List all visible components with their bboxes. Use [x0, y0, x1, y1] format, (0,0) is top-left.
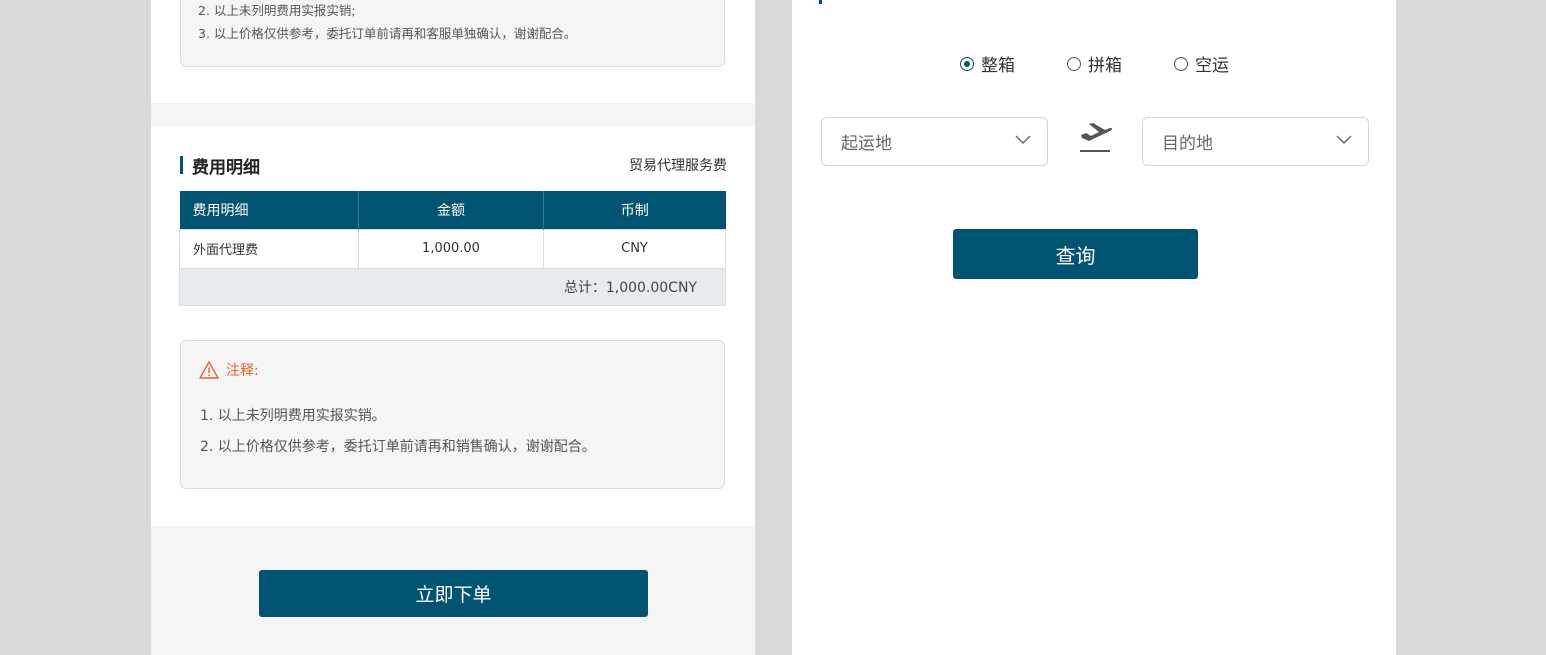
- total-row: 总计：1,000.00CNY: [179, 267, 726, 306]
- radio-unselected-icon: [1174, 56, 1188, 71]
- chevron-down-icon: [1015, 135, 1031, 144]
- note-line: 1. 以上未列明费用实报实销。: [200, 408, 386, 424]
- query-button[interactable]: 查询: [953, 229, 1198, 279]
- column-header: 金额: [358, 191, 544, 229]
- shipping-mode-group: 整箱 拼箱 空运: [792, 51, 1396, 77]
- table-cell: CNY: [543, 228, 726, 269]
- section-title-text: 费用明细: [192, 157, 260, 178]
- title-accent-bar: [180, 156, 183, 174]
- total-value: 总计：1,000.00CNY: [179, 267, 726, 306]
- origin-select[interactable]: 起运地: [821, 117, 1048, 166]
- section-divider: [151, 103, 755, 126]
- radio-unselected-icon: [1067, 56, 1081, 71]
- fee-detail-panel: 2. 以上未列明费用实报实销; 3. 以上价格仅供参考，委托订单前请再和客服单独…: [151, 0, 755, 655]
- note-card: 注释: 1. 以上未列明费用实报实销。 2. 以上价格仅供参考，委托订单前请再和…: [180, 340, 725, 489]
- note-title: 注释:: [226, 363, 259, 379]
- table-row: 外面代理费 1,000.00 CNY: [179, 228, 726, 269]
- airplane-departure-icon: [1080, 123, 1113, 152]
- service-fee-label: 贸易代理服务费: [629, 158, 727, 174]
- radio-lcl[interactable]: 拼箱: [1067, 51, 1122, 76]
- table-header-row: 费用明细 金额 币制: [179, 191, 726, 229]
- destination-placeholder: 目的地: [1162, 134, 1213, 154]
- search-panel: 整箱 拼箱 空运 起运地 目的地 查询: [792, 0, 1396, 655]
- top-note-card: 2. 以上未列明费用实报实销; 3. 以上价格仅供参考，委托订单前请再和客服单独…: [180, 0, 725, 67]
- column-header: 币制: [543, 191, 726, 229]
- table-cell: 1,000.00: [358, 228, 544, 269]
- note-line: 2. 以上价格仅供参考，委托订单前请再和销售确认，谢谢配合。: [200, 439, 596, 455]
- order-area: 立即下单: [151, 526, 755, 655]
- chevron-down-icon: [1336, 135, 1352, 144]
- origin-placeholder: 起运地: [841, 134, 892, 154]
- warning-icon: [199, 361, 219, 379]
- order-now-button[interactable]: 立即下单: [259, 570, 648, 617]
- radio-full-container[interactable]: 整箱: [960, 51, 1015, 76]
- section-title: 费用明细: [180, 155, 260, 178]
- radio-selected-icon: [960, 56, 974, 71]
- note-line: 3. 以上价格仅供参考，委托订单前请再和客服单独确认，谢谢配合。: [198, 26, 577, 41]
- note-line: 2. 以上未列明费用实报实销;: [198, 3, 356, 18]
- column-header: 费用明细: [179, 191, 359, 229]
- radio-air[interactable]: 空运: [1174, 51, 1229, 76]
- radio-label: 拼箱: [1088, 56, 1122, 76]
- note-header: 注释:: [199, 360, 259, 380]
- radio-label: 整箱: [981, 56, 1015, 76]
- fee-table: 费用明细 金额 币制 外面代理费 1,000.00 CNY 总计：1,000.0…: [179, 191, 726, 306]
- destination-select[interactable]: 目的地: [1142, 117, 1369, 166]
- title-accent-bar: [819, 0, 822, 4]
- table-cell: 外面代理费: [179, 228, 359, 269]
- radio-label: 空运: [1195, 56, 1229, 76]
